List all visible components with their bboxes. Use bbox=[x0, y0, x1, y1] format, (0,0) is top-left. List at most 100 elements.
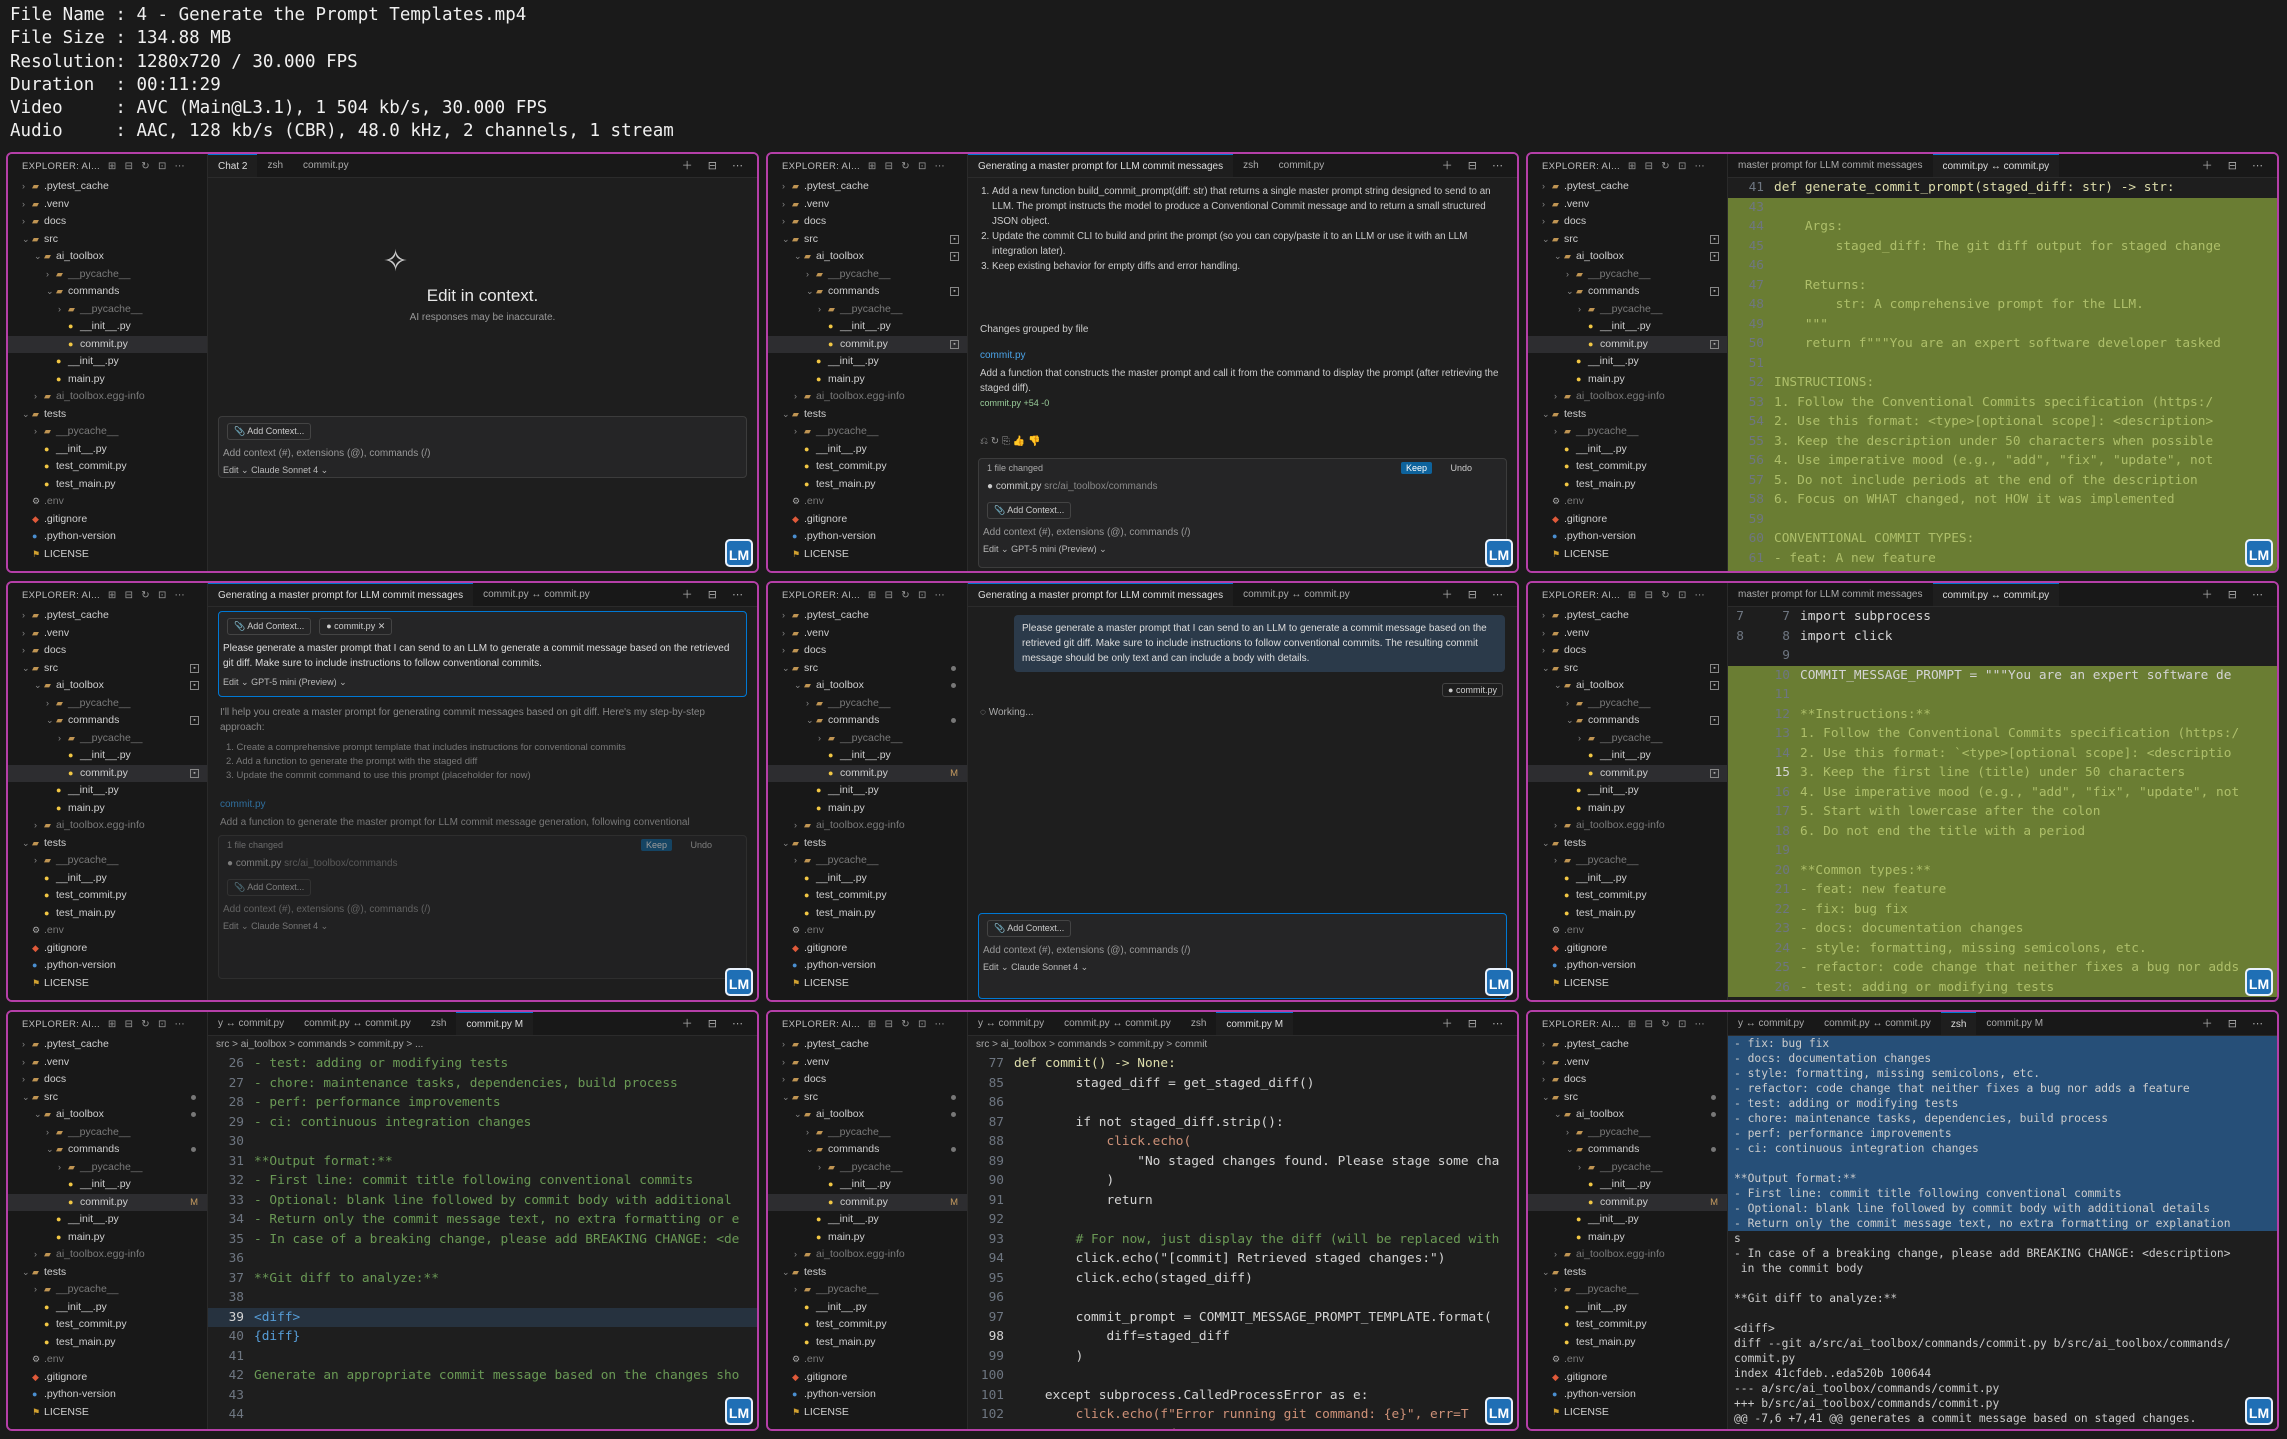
editor-tab[interactable]: zsh bbox=[257, 154, 293, 177]
tree-item[interactable]: ● __init__.py bbox=[1528, 1299, 1727, 1317]
new-folder-icon[interactable]: ⊟ bbox=[1645, 161, 1654, 172]
tree-item[interactable]: ⌄ ▰ ai_toolbox bbox=[8, 1106, 207, 1124]
tree-item[interactable]: ⌄ ▰ src bbox=[768, 660, 967, 678]
tree-item[interactable]: ⌄ ▰ ai_toolbox bbox=[768, 677, 967, 695]
tree-item[interactable]: ⌄ ▰ commands ▪ bbox=[1528, 712, 1727, 730]
editor-tab[interactable]: commit.py ↔ commit.py bbox=[1932, 154, 2060, 177]
tree-item[interactable]: ⚑ LICENSE bbox=[8, 546, 207, 564]
more-icon[interactable]: ⋯ bbox=[935, 590, 945, 601]
tree-item[interactable]: ⌄ ▰ commands bbox=[768, 1141, 967, 1159]
tree-item[interactable]: ● main.py bbox=[1528, 371, 1727, 389]
tree-item[interactable]: ⚙ .env bbox=[8, 922, 207, 940]
refresh-icon[interactable]: ↻ bbox=[901, 590, 910, 601]
tree-item[interactable]: ● __init__.py bbox=[768, 1299, 967, 1317]
undo-button[interactable]: Undo bbox=[690, 840, 712, 850]
editor-actions[interactable]: ＋ ⊟ ⋯ bbox=[682, 1012, 749, 1035]
tree-item[interactable]: › ▰ __pycache__ bbox=[8, 1281, 207, 1299]
undo-button[interactable]: Undo bbox=[1450, 463, 1472, 473]
tree-item[interactable]: ⌄ ▰ commands bbox=[8, 1141, 207, 1159]
tree-item[interactable]: ● __init__.py bbox=[8, 1176, 207, 1194]
changed-file-row[interactable]: ● commit.py src/ai_toolbox/commands bbox=[979, 477, 1506, 496]
tree-item[interactable]: ⚙ .env bbox=[8, 493, 207, 511]
tree-item[interactable]: › ▰ docs bbox=[8, 642, 207, 660]
tree-item[interactable]: › ▰ __pycache__ bbox=[1528, 1159, 1727, 1177]
chat-input[interactable]: Add context (#), extensions (@), command… bbox=[983, 945, 1506, 956]
refresh-icon[interactable]: ↻ bbox=[1661, 161, 1670, 172]
tree-item[interactable]: ● main.py bbox=[768, 800, 967, 818]
chat-input[interactable]: Add context (#), extensions (@), command… bbox=[223, 904, 746, 915]
editor-actions[interactable]: ＋ ⊟ ⋯ bbox=[1442, 1012, 1509, 1035]
tree-item[interactable]: › ▰ ai_toolbox.egg-info bbox=[768, 1246, 967, 1264]
tree-item[interactable]: ● main.py bbox=[768, 371, 967, 389]
editor-tab[interactable]: Chat 2 bbox=[208, 154, 258, 177]
collapse-icon[interactable]: ⊡ bbox=[1678, 161, 1687, 172]
new-folder-icon[interactable]: ⊟ bbox=[125, 161, 134, 172]
code-editor[interactable]: 77 def commit() -> None: 85 staged_diff = … bbox=[968, 1054, 1517, 1429]
tree-item[interactable]: ⌄ ▰ src ▪ bbox=[768, 231, 967, 249]
tree-item[interactable]: › ▰ .pytest_cache bbox=[1528, 1036, 1727, 1054]
tree-item[interactable]: ● commit.py ▪ bbox=[1528, 335, 1727, 353]
model-select[interactable]: GPT-5 mini (Preview) ⌄ bbox=[1011, 544, 1107, 554]
tree-item[interactable]: ⌄ ▰ ai_toolbox ▪ bbox=[8, 677, 207, 695]
more-icon[interactable]: ⋯ bbox=[1695, 590, 1705, 601]
more-icon[interactable]: ⋯ bbox=[175, 1019, 185, 1030]
tree-item[interactable]: ⚙ .env bbox=[768, 922, 967, 940]
tree-item[interactable]: ● .python-version bbox=[8, 1386, 207, 1404]
tree-item[interactable]: › ▰ docs bbox=[8, 213, 207, 231]
new-file-icon[interactable]: ⊞ bbox=[868, 1019, 877, 1030]
tree-item[interactable]: › ▰ __pycache__ bbox=[1528, 301, 1727, 319]
new-file-icon[interactable]: ⊞ bbox=[868, 161, 877, 172]
code-editor[interactable]: 41 def generate_commit_prompt(staged_diff… bbox=[1728, 178, 2277, 571]
tree-item[interactable]: ⌄ ▰ tests bbox=[768, 406, 967, 424]
new-file-icon[interactable]: ⊞ bbox=[1628, 590, 1637, 601]
tree-item[interactable]: ⌄ ▰ src bbox=[8, 1089, 207, 1107]
mode-select[interactable]: Edit ⌄ bbox=[223, 465, 251, 475]
tree-item[interactable]: › ▰ .venv bbox=[8, 196, 207, 214]
tree-item[interactable]: ⌄ ▰ src ▪ bbox=[1528, 660, 1727, 678]
tree-item[interactable]: › ▰ __pycache__ bbox=[1528, 695, 1727, 713]
new-file-icon[interactable]: ⊞ bbox=[108, 590, 117, 601]
editor-actions[interactable]: ＋ ⊟ ⋯ bbox=[2202, 1012, 2269, 1035]
tree-item[interactable]: › ▰ __pycache__ bbox=[8, 1124, 207, 1142]
tree-item[interactable]: ● commit.py ▪ bbox=[768, 335, 967, 353]
tree-item[interactable]: ⌄ ▰ commands ▪ bbox=[768, 283, 967, 301]
tree-item[interactable]: › ▰ .venv bbox=[768, 196, 967, 214]
tree-item[interactable]: › ▰ .pytest_cache bbox=[768, 178, 967, 196]
tree-item[interactable]: ● __init__.py bbox=[768, 1211, 967, 1229]
tree-item[interactable]: › ▰ .venv bbox=[1528, 625, 1727, 643]
more-icon[interactable]: ⋯ bbox=[1695, 161, 1705, 172]
new-folder-icon[interactable]: ⊟ bbox=[1645, 1019, 1654, 1030]
tree-item[interactable]: ⚑ LICENSE bbox=[1528, 975, 1727, 993]
tree-item[interactable]: ● __init__.py bbox=[768, 441, 967, 459]
tree-item[interactable]: ● commit.py M bbox=[1528, 1193, 1727, 1211]
tree-item[interactable]: ⌄ ▰ ai_toolbox bbox=[8, 248, 207, 266]
tree-item[interactable]: ⚑ LICENSE bbox=[768, 1404, 967, 1422]
tree-item[interactable]: ● __init__.py bbox=[8, 353, 207, 371]
tree-item[interactable]: ● .python-version bbox=[1528, 528, 1727, 546]
editor-tab[interactable]: Generating a master prompt for LLM commi… bbox=[208, 583, 474, 606]
collapse-icon[interactable]: ⊡ bbox=[1678, 590, 1687, 601]
tree-item[interactable]: ● __init__.py bbox=[1528, 318, 1727, 336]
tree-item[interactable]: › ▰ __pycache__ bbox=[1528, 1124, 1727, 1142]
tree-item[interactable]: › ▰ docs bbox=[1528, 642, 1727, 660]
collapse-icon[interactable]: ⊡ bbox=[158, 1019, 167, 1030]
tree-item[interactable]: ⚙ .env bbox=[1528, 493, 1727, 511]
tree-item[interactable]: ◆ .gitignore bbox=[768, 940, 967, 958]
tree-item[interactable]: ● test_commit.py bbox=[1528, 1316, 1727, 1334]
editor-tab[interactable]: commit.py ↔ commit.py bbox=[294, 1012, 421, 1035]
editor-actions[interactable]: ＋ ⊟ ⋯ bbox=[2202, 583, 2269, 606]
tree-item[interactable]: › ▰ __pycache__ bbox=[1528, 852, 1727, 870]
new-file-icon[interactable]: ⊞ bbox=[868, 590, 877, 601]
code-editor[interactable]: 7 7 import subprocess 8 8 import click 9 10 COMM… bbox=[1728, 607, 2277, 1000]
tree-item[interactable]: ⌄ ▰ tests bbox=[1528, 835, 1727, 853]
tree-item[interactable]: ● .python-version bbox=[768, 1386, 967, 1404]
tree-item[interactable]: › ▰ __pycache__ bbox=[1528, 1281, 1727, 1299]
new-folder-icon[interactable]: ⊟ bbox=[1645, 590, 1654, 601]
tree-item[interactable]: ⌄ ▰ tests bbox=[1528, 406, 1727, 424]
new-folder-icon[interactable]: ⊟ bbox=[885, 590, 894, 601]
model-select[interactable]: Claude Sonnet 4 ⌄ bbox=[251, 465, 328, 475]
tree-item[interactable]: ● commit.py M bbox=[8, 1193, 207, 1211]
prompt-text[interactable]: Please generate a master prompt that I c… bbox=[223, 641, 738, 671]
tree-item[interactable]: ● __init__.py bbox=[1528, 782, 1727, 800]
editor-tab[interactable]: y ↔ commit.py bbox=[968, 1012, 1054, 1035]
